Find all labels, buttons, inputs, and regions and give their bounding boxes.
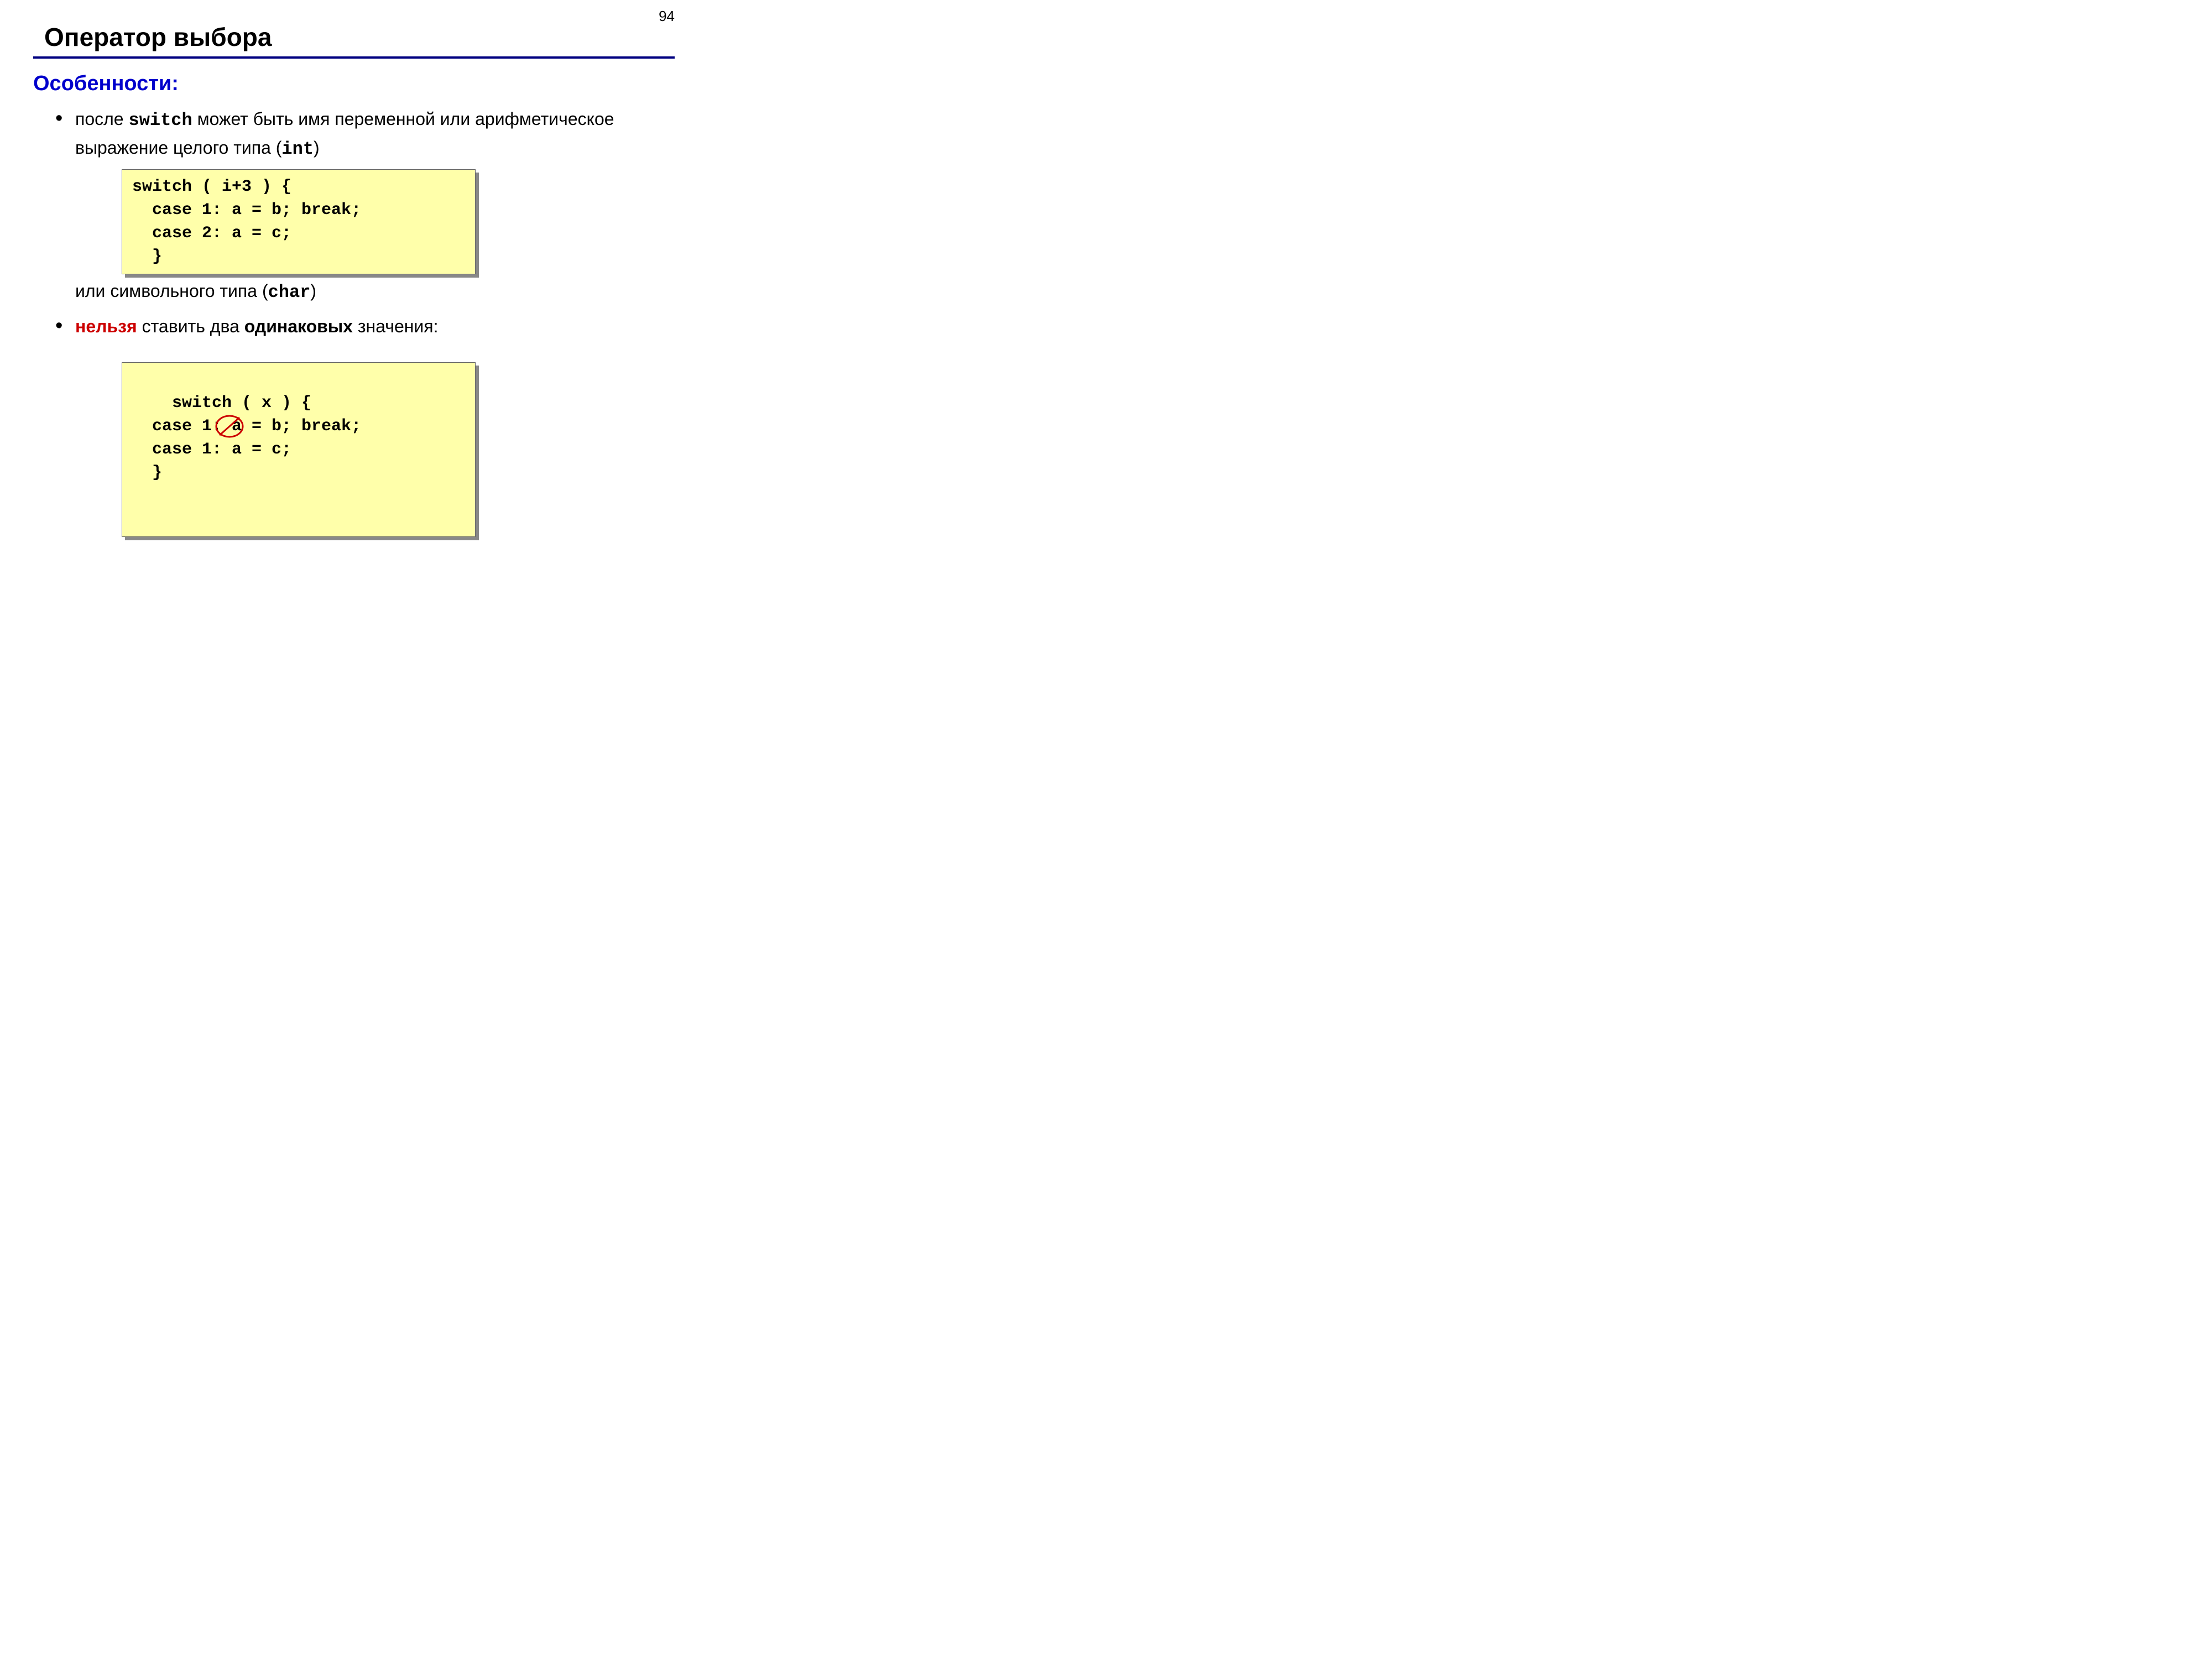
- emphasis-red: нельзя: [75, 316, 137, 336]
- text: после: [75, 109, 128, 129]
- emphasis-bold: одинаковых: [244, 316, 353, 336]
- bullet-list: после switch может быть имя переменной и…: [55, 106, 675, 163]
- page-number: 94: [659, 8, 675, 25]
- slide: 94 Оператор выбора Особенности: после sw…: [0, 0, 708, 531]
- text: ): [310, 281, 316, 301]
- code-text: switch ( x ) { case 1: a = b; break; cas…: [132, 394, 361, 482]
- code-block-1: switch ( i+3 ) { case 1: a = b; break; c…: [122, 169, 476, 274]
- continuation-text: или символьного типа (char): [75, 278, 675, 306]
- keyword-char: char: [268, 282, 311, 302]
- keyword-int: int: [281, 139, 314, 159]
- bullet-item-2: нельзя ставить два одинаковых значения:: [55, 313, 675, 341]
- text: ): [314, 138, 320, 158]
- text: значения:: [353, 316, 439, 336]
- text: ставить два: [137, 316, 244, 336]
- bullet-list-2: нельзя ставить два одинаковых значения:: [55, 313, 675, 341]
- slide-title: Оператор выбора: [44, 22, 675, 52]
- bullet-item-1: после switch может быть имя переменной и…: [55, 106, 675, 163]
- section-subhead: Особенности:: [33, 72, 675, 96]
- code-block-2: switch ( x ) { case 1: a = b; break; cas…: [122, 362, 476, 537]
- title-rule: [33, 56, 675, 59]
- keyword-switch: switch: [128, 110, 192, 131]
- text: или символьного типа (: [75, 281, 268, 301]
